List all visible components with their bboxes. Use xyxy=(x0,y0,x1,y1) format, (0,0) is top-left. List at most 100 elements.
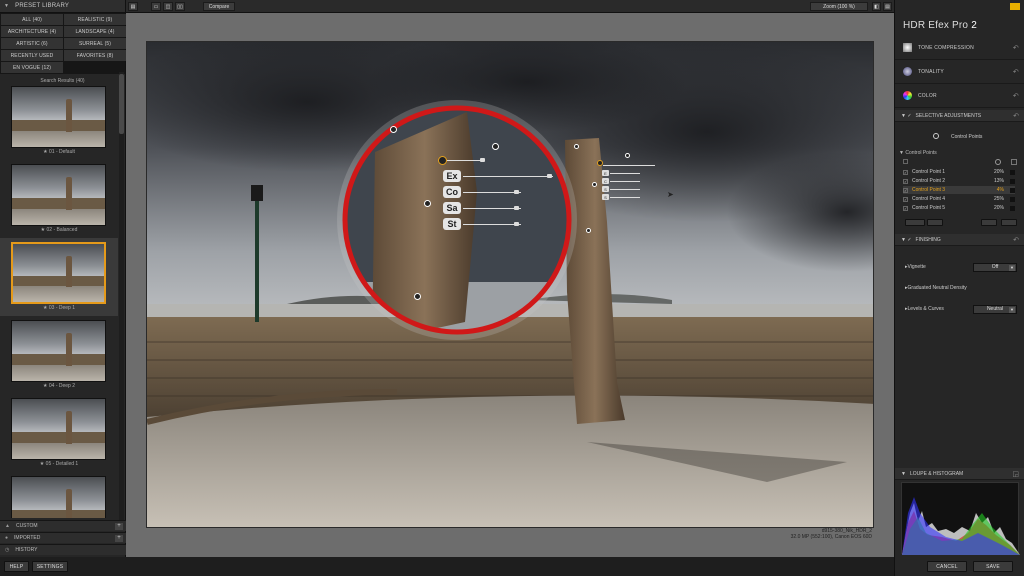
collapse-triangle-icon[interactable]: ▼ ✓ xyxy=(901,237,912,243)
cp-checkbox[interactable]: ✓ xyxy=(903,178,908,184)
cp-saturation-slider[interactable] xyxy=(610,189,640,190)
preset-thumbnail[interactable]: ★ 05 - Detailed 1 xyxy=(0,394,118,472)
loupe-contrast-knob[interactable] xyxy=(514,190,519,194)
collapse-triangle-icon[interactable]: ▼ ✓ xyxy=(901,113,912,119)
loupe-control-point-selected[interactable] xyxy=(438,156,447,165)
cp-mask-toggle[interactable] xyxy=(1010,178,1015,184)
control-point-row[interactable]: ✓ Control Point 1 20% xyxy=(903,168,1015,176)
ungroup-button[interactable] xyxy=(927,219,943,226)
preset-thumbnail[interactable]: ★ 03 - Deep 1 xyxy=(0,238,118,316)
preset-library-header[interactable]: ▼ PRESET LIBRARY xyxy=(0,0,125,13)
loupe-label-saturation[interactable]: Sa xyxy=(443,202,461,214)
loupe-label-structure[interactable]: St xyxy=(443,218,461,230)
undo-icon[interactable]: ↶ xyxy=(1013,44,1019,52)
category-en-vogue[interactable]: EN VOGUE (12) xyxy=(1,62,63,73)
undo-icon[interactable]: ↶ xyxy=(1013,92,1019,100)
control-point-row[interactable]: ✓ Control Point 2 13% xyxy=(903,177,1015,185)
loupe-saturation-slider[interactable] xyxy=(463,208,521,209)
levels-curves-row[interactable]: ▸ Levels & Curves Neutral ▼ xyxy=(895,299,1024,319)
scrollbar-thumb[interactable] xyxy=(119,74,124,134)
image-canvas-area[interactable]: Ex Co Sa St E C S S ➤ xyxy=(126,13,894,557)
section-loupe-histogram[interactable]: ▼ LOUPE & HISTOGRAM ◲ xyxy=(895,468,1024,480)
cp-mask-toggle[interactable] xyxy=(1010,187,1015,193)
undo-icon[interactable]: ↶ xyxy=(1013,68,1019,76)
loupe-exposure-slider[interactable] xyxy=(463,176,553,177)
cp-checkbox[interactable]: ✓ xyxy=(903,169,908,175)
preset-thumbnail[interactable]: ★ 04 - Deep 2 xyxy=(0,316,118,394)
mask-icon[interactable] xyxy=(1011,159,1017,165)
cp-label-saturation[interactable]: S xyxy=(602,186,609,192)
category-artistic[interactable]: ARTISTIC (6) xyxy=(1,38,63,49)
cp-label-exposure[interactable]: E xyxy=(602,170,609,176)
control-point-row[interactable]: ✓ Control Point 4 25% xyxy=(903,195,1015,203)
section-imported[interactable]: ● IMPORTED + xyxy=(0,532,126,543)
cp-structure-slider[interactable] xyxy=(610,197,640,198)
category-architecture[interactable]: ARCHITECTURE (4) xyxy=(1,26,63,37)
settings-button[interactable]: SETTINGS xyxy=(32,561,68,572)
duplicate-button[interactable] xyxy=(981,219,997,226)
vignette-row[interactable]: ▸ Vignette Off ▼ xyxy=(895,257,1024,277)
toggle-left-panel-icon[interactable]: ▤ xyxy=(128,2,138,11)
loupe-control-point[interactable] xyxy=(424,200,431,207)
collapse-triangle-icon[interactable]: ▼ xyxy=(4,3,9,9)
save-button[interactable]: SAVE xyxy=(973,561,1013,572)
loupe-label-exposure[interactable]: Ex xyxy=(443,170,461,182)
cp-mask-toggle[interactable] xyxy=(1010,169,1015,175)
preset-list-scrollbar[interactable] xyxy=(119,72,124,520)
category-recently-used[interactable]: RECENTLY USED xyxy=(1,50,63,61)
cp-size-slider[interactable] xyxy=(603,165,655,166)
control-points-header[interactable]: ▼ Control Points xyxy=(899,150,937,156)
undo-icon[interactable]: ↶ xyxy=(1013,112,1019,120)
loupe-cp-size-knob[interactable] xyxy=(480,158,485,162)
undo-icon[interactable]: ↶ xyxy=(1013,236,1019,244)
cancel-button[interactable]: CANCEL xyxy=(927,561,967,572)
split-view-icon[interactable]: ◫ xyxy=(163,2,173,11)
category-all[interactable]: ALL (40) xyxy=(1,14,63,25)
loupe-structure-slider[interactable] xyxy=(463,224,521,225)
section-color[interactable]: COLOR ↶ xyxy=(895,84,1024,108)
cp-checkbox[interactable]: ✓ xyxy=(903,187,908,193)
gnd-row[interactable]: ▸ Graduated Neutral Density xyxy=(895,278,1024,298)
cp-contrast-slider[interactable] xyxy=(610,181,640,182)
loupe-exposure-knob[interactable] xyxy=(547,174,552,178)
group-button[interactable] xyxy=(905,219,925,226)
cp-mask-toggle[interactable] xyxy=(1010,196,1015,202)
loupe-contrast-slider[interactable] xyxy=(463,192,521,193)
delete-button[interactable] xyxy=(1001,219,1017,226)
loupe-control-point[interactable] xyxy=(492,143,499,150)
section-tone-compression[interactable]: TONE COMPRESSION ↶ xyxy=(895,36,1024,60)
control-point[interactable] xyxy=(625,153,630,158)
loupe-control-point[interactable] xyxy=(390,126,397,133)
add-control-point-icon[interactable] xyxy=(933,133,939,139)
loupe-saturation-knob[interactable] xyxy=(514,206,519,210)
loupe-control-point[interactable] xyxy=(414,293,421,300)
preset-thumbnail[interactable]: ★ 02 - Balanced xyxy=(0,160,118,238)
cp-checkbox[interactable]: ✓ xyxy=(903,205,908,211)
control-point-row[interactable]: ✓ Control Point 3 4% xyxy=(903,186,1015,194)
control-point[interactable] xyxy=(592,182,597,187)
zoom-dropdown[interactable]: Zoom (100 %) xyxy=(810,2,868,11)
collapse-triangle-icon[interactable]: ▼ xyxy=(901,471,906,477)
select-all-checkbox[interactable] xyxy=(903,159,908,164)
side-by-side-view-icon[interactable]: ▯▯ xyxy=(175,2,185,11)
add-custom-button[interactable]: + xyxy=(115,523,123,530)
section-history[interactable]: ◷ HISTORY xyxy=(0,544,126,555)
control-point[interactable] xyxy=(574,144,579,149)
preset-thumbnail[interactable] xyxy=(0,472,118,518)
loupe-structure-knob[interactable] xyxy=(514,222,519,226)
levels-dropdown[interactable]: Neutral ▼ xyxy=(973,304,1017,314)
cp-exposure-slider[interactable] xyxy=(610,173,640,174)
preview-image[interactable]: Ex Co Sa St E C S S ➤ xyxy=(146,41,874,528)
loupe-label-contrast[interactable]: Co xyxy=(443,186,461,198)
category-favorites[interactable]: FAVORITES (8) xyxy=(64,50,126,61)
control-point-row[interactable]: ✓ Control Point 5 20% xyxy=(903,204,1015,212)
loupe-toggle-icon[interactable]: ◲ xyxy=(1012,470,1019,478)
section-finishing[interactable]: ▼ ✓ FINISHING ↶ xyxy=(895,234,1024,246)
section-selective-adjustments[interactable]: ▼ ✓ SELECTIVE ADJUSTMENTS ↶ xyxy=(895,110,1024,122)
visibility-icon[interactable] xyxy=(995,159,1001,165)
cp-mask-toggle[interactable] xyxy=(1010,205,1015,211)
background-toggle-icon[interactable]: ◧ xyxy=(872,2,881,11)
cp-checkbox[interactable]: ✓ xyxy=(903,196,908,202)
section-custom[interactable]: ▲ CUSTOM + xyxy=(0,520,126,531)
category-landscape[interactable]: LANDSCAPE (4) xyxy=(64,26,126,37)
